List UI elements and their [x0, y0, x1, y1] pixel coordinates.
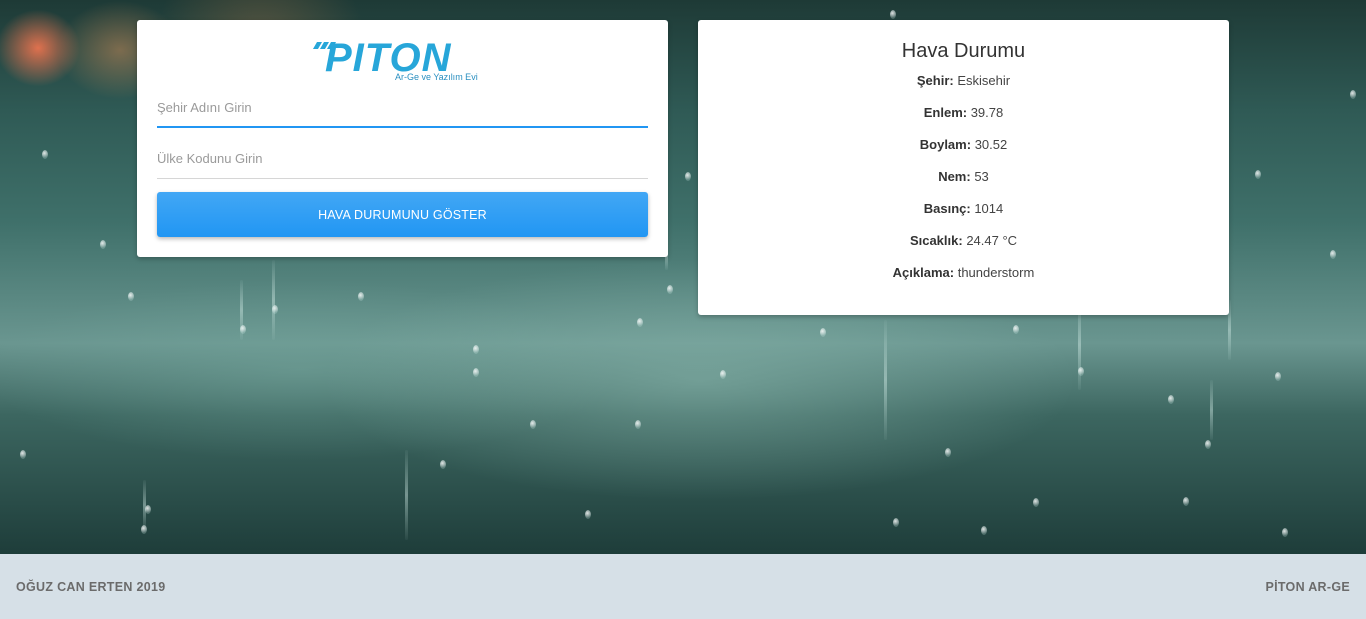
- weather-value: Eskisehir: [957, 73, 1011, 88]
- weather-value: 39.78: [970, 105, 1004, 120]
- raindrop: [945, 448, 951, 457]
- raindrop: [890, 10, 896, 19]
- city-input[interactable]: [157, 88, 648, 126]
- rain-streak: [272, 260, 275, 340]
- rain-streak: [1210, 380, 1213, 440]
- weather-row-temperature: Sıcaklık: 24.47 °C: [698, 233, 1229, 248]
- raindrop: [1183, 497, 1189, 506]
- footer-copyright: OĞUZ CAN ERTEN 2019: [16, 580, 166, 594]
- raindrop: [637, 318, 643, 327]
- raindrop: [1330, 250, 1336, 259]
- raindrop: [1033, 498, 1039, 507]
- rain-streak: [143, 480, 146, 530]
- raindrop: [128, 292, 134, 301]
- rain-streak: [884, 320, 887, 440]
- raindrop: [20, 450, 26, 459]
- weather-row-longitude: Boylam: 30.52: [698, 137, 1229, 152]
- raindrop: [42, 150, 48, 159]
- weather-value: 30.52: [974, 137, 1008, 152]
- raindrop: [530, 420, 536, 429]
- raindrop: [1275, 372, 1281, 381]
- weather-label: Boylam:: [919, 137, 972, 152]
- raindrop: [1205, 440, 1211, 449]
- raindrop: [473, 345, 479, 354]
- raindrop: [440, 460, 446, 469]
- raindrop: [685, 172, 691, 181]
- weather-title: Hava Durumu: [901, 40, 1026, 62]
- weather-result-card: Hava Durumu Şehir: Eskisehir Enlem: 39.7…: [698, 20, 1229, 315]
- raindrop: [358, 292, 364, 301]
- footer-brand-link[interactable]: PİTON AR-GE: [1265, 580, 1350, 594]
- weather-value: thunderstorm: [957, 265, 1035, 280]
- raindrop: [667, 285, 673, 294]
- search-form-card: PITON Ar-Ge ve Yazılım Evi HAVA DURUMUNU…: [137, 20, 668, 257]
- weather-row-city: Şehir: Eskisehir: [698, 73, 1229, 88]
- logo-subtitle: Ar-Ge ve Yazılım Evi: [395, 72, 478, 82]
- raindrop: [1282, 528, 1288, 537]
- country-field[interactable]: [157, 139, 648, 179]
- raindrop: [100, 240, 106, 249]
- page-footer: OĞUZ CAN ERTEN 2019 PİTON AR-GE: [0, 554, 1366, 619]
- raindrop: [473, 368, 479, 377]
- country-code-input[interactable]: [157, 139, 648, 178]
- weather-label: Açıklama:: [892, 265, 955, 280]
- weather-label: Şehir:: [916, 73, 954, 88]
- piton-logo: PITON Ar-Ge ve Yazılım Evi: [312, 36, 495, 85]
- raindrop: [981, 526, 987, 535]
- rain-streak: [405, 450, 408, 540]
- weather-row-pressure: Basınç: 1014: [698, 201, 1229, 216]
- raindrop: [585, 510, 591, 519]
- raindrop: [893, 518, 899, 527]
- weather-row-description: Açıklama: thunderstorm: [698, 265, 1229, 280]
- weather-value: 24.47 °C: [966, 233, 1018, 248]
- weather-label: Nem:: [938, 169, 971, 184]
- raindrop: [1013, 325, 1019, 334]
- weather-value: 53: [974, 169, 989, 184]
- raindrop: [635, 420, 641, 429]
- raindrop: [720, 370, 726, 379]
- raindrop: [1255, 170, 1261, 179]
- show-weather-button[interactable]: HAVA DURUMUNU GÖSTER: [157, 192, 648, 237]
- weather-row-latitude: Enlem: 39.78: [698, 105, 1229, 120]
- weather-label: Sıcaklık:: [909, 233, 963, 248]
- raindrop: [820, 328, 826, 337]
- rain-streak: [240, 280, 243, 340]
- weather-value: 1014: [974, 201, 1004, 216]
- city-field[interactable]: [157, 88, 648, 128]
- weather-label: Basınç:: [923, 201, 971, 216]
- raindrop: [1350, 90, 1356, 99]
- weather-row-humidity: Nem: 53: [698, 169, 1229, 184]
- weather-label: Enlem:: [923, 105, 968, 120]
- raindrop: [1168, 395, 1174, 404]
